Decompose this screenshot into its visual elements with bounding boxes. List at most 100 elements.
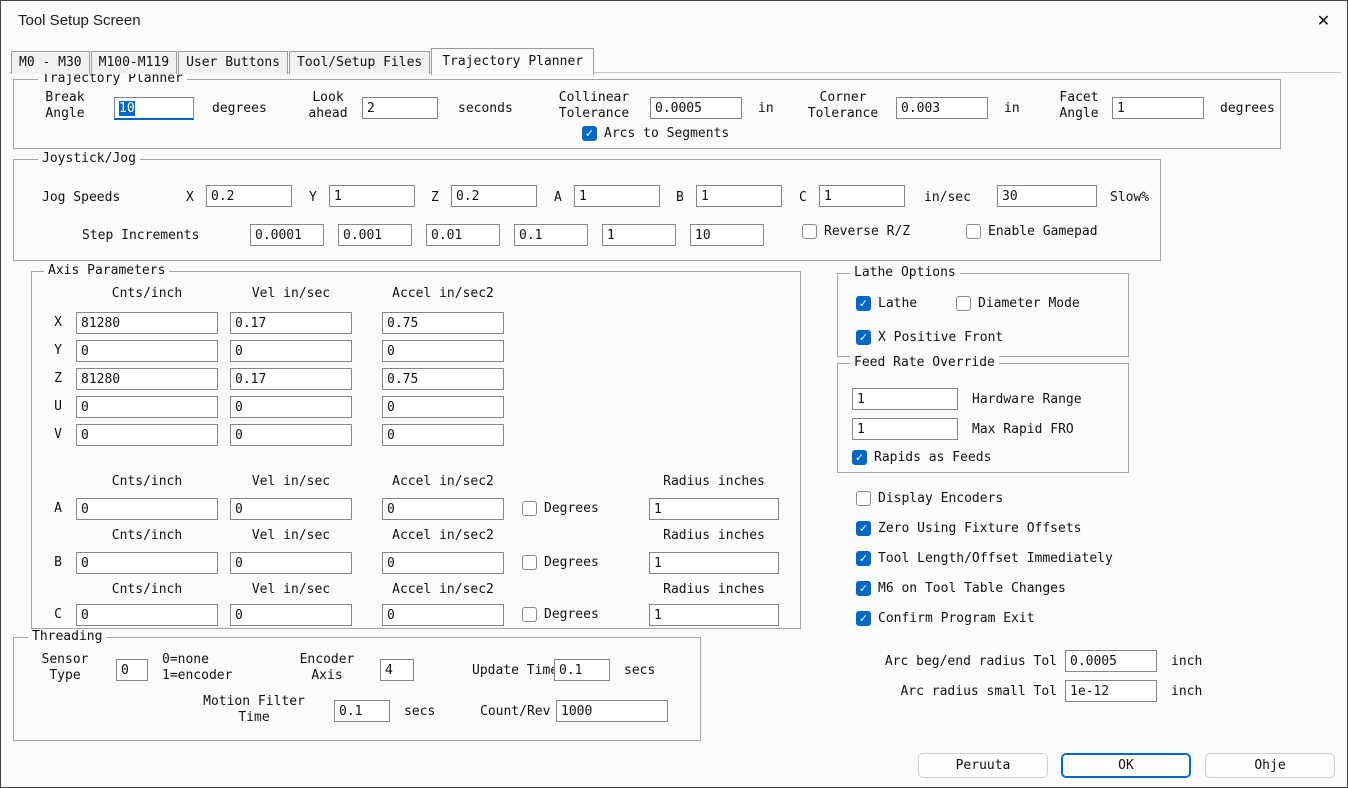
display-encoders-checkbox[interactable]: Display Encoders bbox=[856, 491, 1003, 506]
tab-bar: M0 - M30 M100-M119 User Buttons Tool/Set… bbox=[11, 48, 595, 74]
axis-x-vel-input[interactable] bbox=[230, 312, 352, 334]
jog-speed-x-input[interactable] bbox=[206, 185, 292, 207]
facet-angle-input[interactable] bbox=[1112, 97, 1204, 119]
lathe-options-legend: Lathe Options bbox=[850, 265, 960, 280]
slow-percent-input[interactable] bbox=[997, 185, 1097, 207]
help-button[interactable]: Ohje bbox=[1205, 753, 1335, 778]
arcs-to-segments-checkbox[interactable]: Arcs to Segments bbox=[582, 126, 729, 141]
axis-b-degrees-checkbox[interactable]: Degrees bbox=[522, 555, 599, 570]
update-time-input[interactable] bbox=[554, 659, 610, 681]
jog-speed-a-input[interactable] bbox=[574, 185, 660, 207]
ok-button[interactable]: OK bbox=[1061, 753, 1191, 778]
axis-u-vel-input[interactable] bbox=[230, 396, 352, 418]
m6-on-tool-table-changes-checkbox[interactable]: M6 on Tool Table Changes bbox=[856, 581, 1066, 596]
axis-row-b: B Degrees bbox=[32, 552, 802, 574]
axis-y-vel-input[interactable] bbox=[230, 340, 352, 362]
axis-a-radius-input[interactable] bbox=[649, 498, 779, 520]
axis-a-cnts-input[interactable] bbox=[76, 498, 218, 520]
close-button[interactable]: ✕ bbox=[1300, 1, 1347, 41]
col-header-cnts: Cnts/inch bbox=[76, 474, 218, 489]
axis-z-cnts-input[interactable] bbox=[76, 368, 218, 390]
axis-u-cnts-input[interactable] bbox=[76, 396, 218, 418]
axis-y-cnts-input[interactable] bbox=[76, 340, 218, 362]
col-header-radius: Radius inches bbox=[632, 582, 796, 597]
jog-speed-b-label: B bbox=[676, 190, 684, 205]
axis-row-a: A Degrees bbox=[32, 498, 802, 520]
tool-setup-dialog: Tool Setup Screen ✕ M0 - M30 M100-M119 U… bbox=[0, 0, 1348, 788]
axis-a-vel-input[interactable] bbox=[230, 498, 352, 520]
m6-on-tool-table-changes-label: M6 on Tool Table Changes bbox=[878, 581, 1066, 596]
tab-user-buttons[interactable]: User Buttons bbox=[178, 51, 288, 74]
tab-m100-m119[interactable]: M100-M119 bbox=[91, 51, 177, 74]
jog-speed-b-input[interactable] bbox=[696, 185, 782, 207]
axis-z-vel-input[interactable] bbox=[230, 368, 352, 390]
break-angle-input[interactable]: 10 bbox=[114, 97, 194, 120]
sensor-type-label: Sensor Type bbox=[34, 652, 96, 685]
arc-beg-end-radius-tol-unit: inch bbox=[1171, 654, 1202, 669]
step-increment-4-input[interactable] bbox=[514, 224, 588, 246]
enable-gamepad-checkbox[interactable]: Enable Gamepad bbox=[966, 224, 1098, 239]
collinear-tolerance-unit: in bbox=[758, 101, 774, 116]
axis-x-accel-input[interactable] bbox=[382, 312, 504, 334]
max-rapid-fro-input[interactable] bbox=[852, 418, 958, 440]
step-increment-3-input[interactable] bbox=[426, 224, 500, 246]
axis-z-accel-input[interactable] bbox=[382, 368, 504, 390]
tab-tool-setup-files[interactable]: Tool/Setup Files bbox=[289, 51, 430, 74]
step-increment-6-input[interactable] bbox=[690, 224, 764, 246]
arc-radius-small-tol-input[interactable] bbox=[1065, 680, 1157, 702]
diameter-mode-checkbox[interactable]: Diameter Mode bbox=[956, 296, 1080, 311]
threading-legend: Threading bbox=[28, 629, 106, 644]
axis-c-accel-input[interactable] bbox=[382, 604, 504, 626]
x-positive-front-checkbox[interactable]: X Positive Front bbox=[856, 330, 1003, 345]
axis-c-degrees-checkbox[interactable]: Degrees bbox=[522, 607, 599, 622]
title-bar: Tool Setup Screen ✕ bbox=[1, 1, 1347, 41]
axis-a-accel-input[interactable] bbox=[382, 498, 504, 520]
step-increment-2-input[interactable] bbox=[338, 224, 412, 246]
lathe-checkbox[interactable]: Lathe bbox=[856, 296, 917, 311]
tab-trajectory-planner[interactable]: Trajectory Planner bbox=[431, 48, 594, 75]
cancel-button[interactable]: Peruuta bbox=[918, 753, 1048, 778]
axis-c-vel-input[interactable] bbox=[230, 604, 352, 626]
axis-c-radius-input[interactable] bbox=[649, 604, 779, 626]
confirm-program-exit-checkbox[interactable]: Confirm Program Exit bbox=[856, 611, 1035, 626]
step-increment-1-input[interactable] bbox=[250, 224, 324, 246]
motion-filter-time-unit: secs bbox=[404, 704, 435, 719]
axis-y-accel-input[interactable] bbox=[382, 340, 504, 362]
checkbox-icon bbox=[522, 555, 537, 570]
jog-speed-z-input[interactable] bbox=[451, 185, 537, 207]
jog-speed-x-label: X bbox=[186, 190, 194, 205]
hardware-range-input[interactable] bbox=[852, 388, 958, 410]
jog-speed-c-input[interactable] bbox=[819, 185, 905, 207]
tool-length-offset-immediately-checkbox[interactable]: Tool Length/Offset Immediately bbox=[856, 551, 1113, 566]
axis-c-cnts-input[interactable] bbox=[76, 604, 218, 626]
motion-filter-time-input[interactable] bbox=[334, 700, 390, 722]
corner-tolerance-input[interactable] bbox=[896, 97, 988, 119]
sensor-type-input[interactable] bbox=[116, 659, 148, 681]
look-ahead-unit: seconds bbox=[458, 101, 513, 116]
axis-b-accel-input[interactable] bbox=[382, 552, 504, 574]
arc-beg-end-radius-tol-input[interactable] bbox=[1065, 650, 1157, 672]
col-header-accel: Accel in/sec2 bbox=[382, 286, 504, 301]
axis-a-degrees-checkbox[interactable]: Degrees bbox=[522, 501, 599, 516]
look-ahead-input[interactable] bbox=[362, 97, 438, 119]
step-increment-5-input[interactable] bbox=[602, 224, 676, 246]
tab-m0-m30[interactable]: M0 - M30 bbox=[11, 51, 90, 74]
checkbox-icon bbox=[966, 224, 981, 239]
axis-v-vel-input[interactable] bbox=[230, 424, 352, 446]
collinear-tolerance-input[interactable] bbox=[650, 97, 742, 119]
axis-b-cnts-input[interactable] bbox=[76, 552, 218, 574]
axis-v-accel-input[interactable] bbox=[382, 424, 504, 446]
axis-b-vel-input[interactable] bbox=[230, 552, 352, 574]
axis-x-cnts-input[interactable] bbox=[76, 312, 218, 334]
jog-speed-y-input[interactable] bbox=[329, 185, 415, 207]
axis-u-accel-input[interactable] bbox=[382, 396, 504, 418]
arcs-to-segments-label: Arcs to Segments bbox=[604, 126, 729, 141]
count-rev-input[interactable] bbox=[556, 700, 668, 722]
encoder-axis-input[interactable] bbox=[380, 659, 414, 681]
rapids-as-feeds-checkbox[interactable]: Rapids as Feeds bbox=[852, 450, 991, 465]
axis-v-cnts-input[interactable] bbox=[76, 424, 218, 446]
display-encoders-label: Display Encoders bbox=[878, 491, 1003, 506]
axis-b-radius-input[interactable] bbox=[649, 552, 779, 574]
reverse-rz-checkbox[interactable]: Reverse R/Z bbox=[802, 224, 910, 239]
zero-using-fixture-offsets-checkbox[interactable]: Zero Using Fixture Offsets bbox=[856, 521, 1082, 536]
